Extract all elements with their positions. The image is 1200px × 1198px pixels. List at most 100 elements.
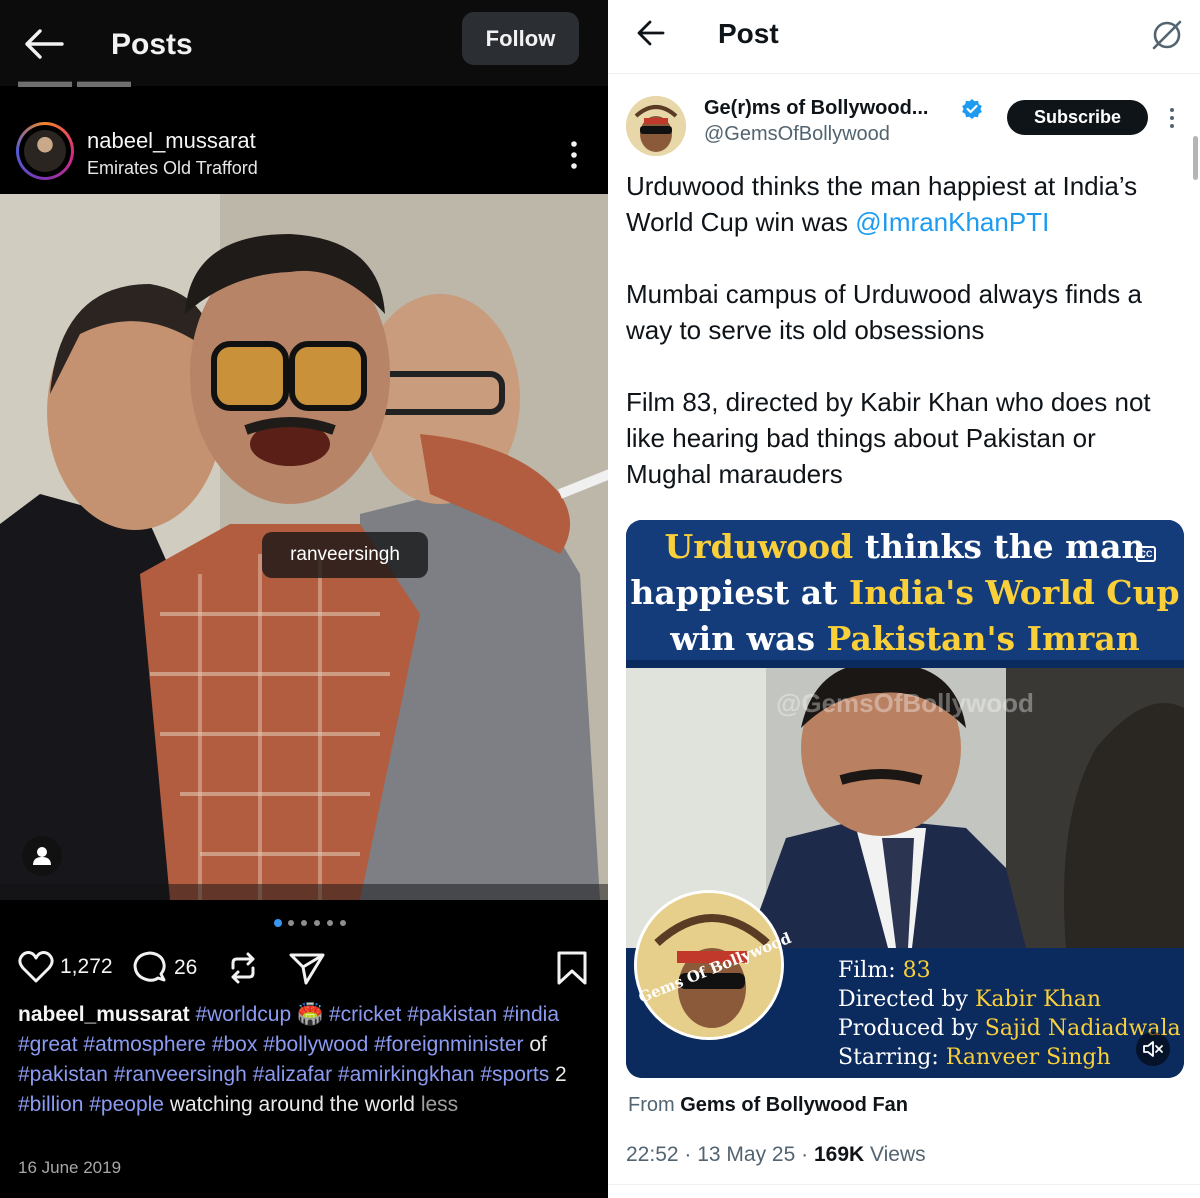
mute-icon[interactable] [1136,1032,1170,1066]
video-watermark: @GemsOfBollywood [776,688,1034,718]
credit-starring-value: Ranveer Singh [945,1045,1111,1070]
carousel-dot[interactable] [274,919,282,927]
caption-text: of [523,1033,547,1056]
post-location[interactable]: Emirates Old Trafford [87,158,258,179]
headline-line-1b: thinks the man [853,527,1146,566]
page-title: Post [718,18,779,49]
credit-starring-label: Starring: [838,1045,946,1070]
hashtag-link[interactable]: #great [18,1033,78,1056]
previous-post-date-cut: ▬▬▬ ▬▬▬ [18,76,132,90]
comment-count: 26 [174,956,198,979]
hashtag-link[interactable]: #alizafar [253,1063,332,1086]
more-vertical-icon[interactable] [1167,106,1177,130]
headline-line-2b: India's World Cup [848,573,1180,612]
carousel-indicator [274,919,346,927]
hashtag-link[interactable]: #worldcup [195,1003,291,1026]
avatar[interactable] [16,122,74,180]
video-media[interactable]: Urduwood thinks the man happiest at Indi… [626,520,1184,1078]
views-label: Views [864,1143,926,1166]
video-credits: Film: 83 Directed by Kabir Khan Produced… [838,956,1181,1072]
headline-line-3a: win was [670,619,827,658]
caption-less-toggle[interactable]: less [421,1093,458,1116]
carousel-dot[interactable] [327,920,333,926]
bookmark-icon[interactable] [556,950,588,986]
mention-link[interactable]: @ImranKhanPTI [855,207,1049,237]
caption-username[interactable]: nabeel_mussarat [18,1003,190,1026]
meta-separator: · [678,1143,698,1166]
photo-user-tag[interactable]: ranveersingh [262,532,428,578]
carousel-dot[interactable] [288,920,294,926]
back-arrow-icon[interactable] [22,26,64,62]
like-count: 1,272 [60,955,113,978]
heart-icon[interactable] [18,950,54,984]
tweet-date[interactable]: 13 May 25 [697,1143,795,1166]
repost-action[interactable] [226,950,260,986]
post-username[interactable]: nabeel_mussarat [87,128,256,154]
post-header: nabeel_mussarat Emirates Old Trafford [0,110,608,194]
post-caption: nabeel_mussarat #worldcup 🏟️ #cricket #p… [18,1000,588,1120]
carousel-dot[interactable] [314,920,320,926]
hashtag-link[interactable]: #ranveersingh [114,1063,247,1086]
save-action[interactable] [556,950,588,986]
author-display-name[interactable]: Ge(r)ms of Bollywood... [704,97,928,120]
back-arrow-icon[interactable] [636,18,666,48]
hashtag-link[interactable]: #india [503,1003,559,1026]
x-panel: Post Ge(r)ms of Bollywood... @GemsOfBoll… [608,0,1200,1198]
author-handle[interactable]: @GemsOfBollywood [704,123,890,146]
hashtag-link[interactable]: #box [212,1033,258,1056]
post-actions: 1,272 26 [0,940,608,996]
avatar[interactable] [626,96,686,156]
hashtag-link[interactable]: #billion [18,1093,83,1116]
meta-separator: · [795,1143,814,1166]
source-attribution: From Gems of Bollywood Fan [628,1094,908,1117]
divider [608,1184,1200,1185]
x-top-bar: Post [608,0,1200,74]
hashtag-link[interactable]: #foreignminister [374,1033,523,1056]
post-photo[interactable]: ranveersingh [0,194,608,900]
tweet-paragraph-1: Urduwood thinks the man happiest at Indi… [626,168,1186,240]
comment-icon[interactable] [132,950,168,986]
hashtag-link[interactable]: #atmosphere [83,1033,206,1056]
credit-director-value: Kabir Khan [974,987,1102,1012]
post-date: 16 June 2019 [18,1158,122,1177]
user-tag-icon[interactable] [22,836,62,876]
carousel-dot[interactable] [340,920,346,926]
comment-action[interactable]: 26 [132,950,197,986]
tweet-paragraph-3: Film 83, directed by Kabir Khan who does… [626,387,1151,489]
tweet-time[interactable]: 22:52 [626,1143,679,1166]
hashtag-link[interactable]: #amirkingkhan [338,1063,475,1086]
repost-icon[interactable] [226,950,260,986]
instagram-panel: Posts Follow ▬▬▬ ▬▬▬ nabeel_mussarat Emi… [0,0,608,1198]
credit-film-label: Film: [838,958,903,983]
like-action[interactable]: 1,272 [18,950,113,984]
tweet-text: Urduwood thinks the man happiest at Indi… [626,168,1186,528]
caption-text: watching around the world [163,1093,421,1116]
views-count: 169K [813,1143,865,1166]
hashtag-link[interactable]: #pakistan [407,1003,497,1026]
hashtag-link[interactable]: #cricket [329,1003,401,1026]
hashtag-link[interactable]: #bollywood [263,1033,368,1056]
grok-icon[interactable] [1150,18,1184,52]
caption-text: 🏟️ [291,1003,329,1026]
carousel-dot[interactable] [301,920,307,926]
caption-text: 2 [549,1063,567,1086]
hashtag-link[interactable]: #sports [480,1063,549,1086]
source-link[interactable]: Gems of Bollywood Fan [680,1094,908,1116]
hashtag-link[interactable]: #pakistan [18,1063,108,1086]
scrollbar[interactable] [1193,136,1198,180]
subscribe-button[interactable]: Subscribe [1007,100,1148,135]
credit-producer-label: Produced by [838,1016,985,1041]
credit-film-value: 83 [902,958,931,983]
share-action[interactable] [288,950,326,986]
more-vertical-icon[interactable] [568,140,580,170]
headline-line-2a: happiest at [630,573,849,612]
source-prefix: From [628,1094,681,1116]
tweet-paragraph-2: Mumbai campus of Urduwood always finds a… [626,279,1142,345]
page-title: Posts [111,28,193,61]
credit-director-label: Directed by [838,987,975,1012]
captions-icon[interactable]: CC [1136,546,1156,562]
instagram-top-bar: Posts Follow [0,0,608,86]
send-icon[interactable] [288,950,326,986]
follow-button[interactable]: Follow [462,12,579,65]
hashtag-link[interactable]: #people [89,1093,164,1116]
